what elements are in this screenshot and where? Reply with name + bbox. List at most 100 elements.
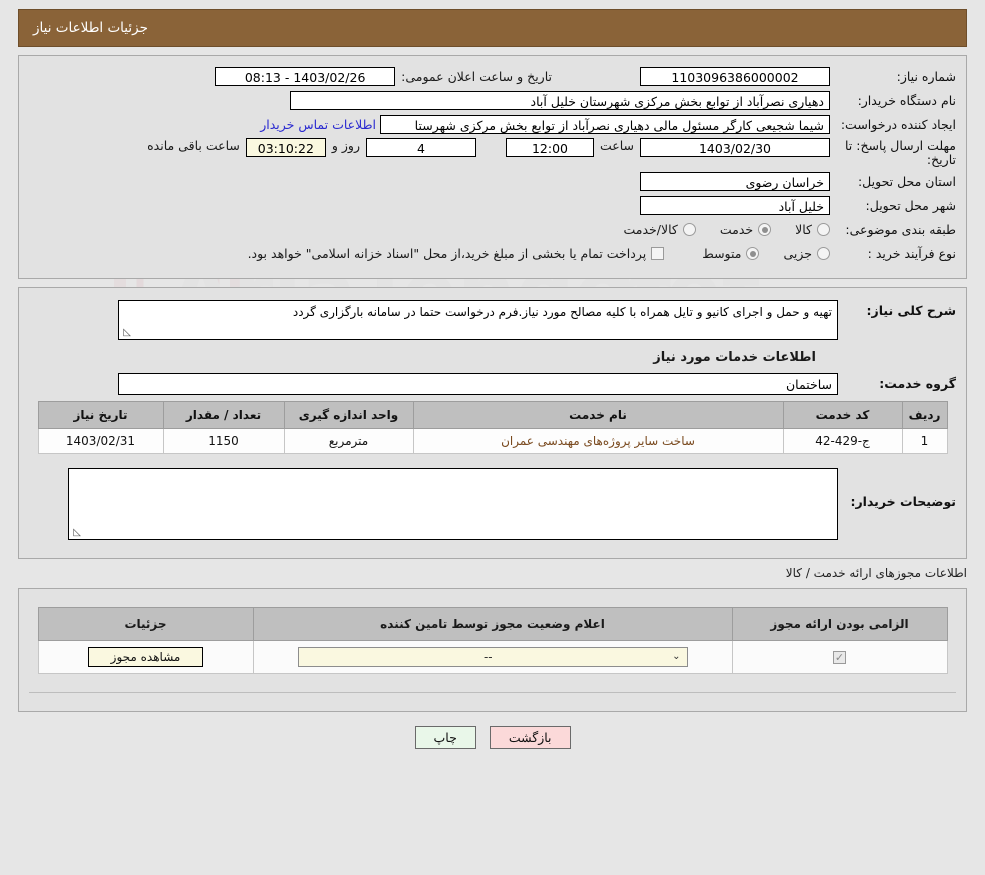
- table-header-row: ردیف کد خدمت نام خدمت واحد اندازه گیری ت…: [37, 400, 948, 429]
- cell-service-code: ج-429-42: [782, 427, 903, 454]
- category-option-label: خدمت: [719, 222, 754, 238]
- countdown-field: 03:10:22: [245, 138, 326, 157]
- description-text: تهیه و حمل و اجرای کانیو و تایل همراه با…: [292, 304, 832, 319]
- category-label: طبقه بندی موضوعی:: [845, 222, 956, 238]
- cell-row-no: 1: [901, 427, 948, 454]
- checkbox-icon[interactable]: [651, 247, 665, 261]
- announce-datetime-field: 1403/02/26 - 08:13: [215, 66, 396, 86]
- col-quantity: تعداد / مقدار: [162, 400, 285, 429]
- creator-label: ایجاد کننده درخواست:: [840, 116, 956, 132]
- row-subject-category: طبقه بندی موضوعی: کالا خدمت کالا/خدمت: [29, 220, 956, 240]
- col-permit-required: الزامی بودن ارائه مجوز: [731, 606, 948, 641]
- page-title-bar: جزئیات اطلاعات نیاز: [18, 9, 967, 47]
- permits-header-row: الزامی بودن ارائه مجوز اعلام وضعیت مجوز …: [37, 606, 948, 641]
- permit-status-value: --: [483, 649, 493, 664]
- category-radio-khedmat[interactable]: خدمت: [719, 222, 772, 238]
- cell-quantity: 1150: [162, 427, 285, 454]
- buyer-contact-link[interactable]: اطلاعات تماس خریدار: [260, 117, 376, 132]
- category-radio-kala-khedmat[interactable]: کالا/خدمت: [623, 222, 696, 238]
- col-service-code: کد خدمت: [782, 400, 903, 429]
- buyer-notes-textarea[interactable]: ◺: [68, 467, 838, 540]
- row-purchase-type: نوع فرآیند خرید : جزیی متوسط پرداخت تمام…: [29, 244, 956, 264]
- permits-table: الزامی بودن ارائه مجوز اعلام وضعیت مجوز …: [37, 606, 948, 674]
- permits-section-title: اطلاعات مجوزهای ارائه خدمت / کالا: [785, 565, 967, 580]
- chevron-down-icon: ⌄: [672, 650, 681, 662]
- radio-icon[interactable]: [682, 223, 696, 237]
- resize-grip-icon[interactable]: ◺: [71, 527, 81, 538]
- col-permit-status: اعلام وضعیت مجوز توسط تامین کننده: [252, 606, 733, 641]
- page-title: جزئیات اطلاعات نیاز: [33, 20, 148, 36]
- permits-row: ✓ ⌄ -- مشاهده مجوز: [37, 639, 948, 674]
- purchase-type-option-label: متوسط: [702, 246, 742, 262]
- radio-icon[interactable]: [746, 247, 760, 261]
- category-option-label: کالا: [795, 222, 812, 238]
- services-section-title: اطلاعات خدمات مورد نیاز: [653, 349, 816, 365]
- row-request-creator: ایجاد کننده درخواست: شیما شجیعی کارگر مس…: [29, 114, 956, 134]
- buyer-org-field: دهیاری نصرآباد از توابع بخش مرکزی شهرستا…: [290, 90, 830, 110]
- remaining-days-field: 4: [365, 138, 476, 157]
- purchase-type-option-label: جزیی: [783, 246, 812, 262]
- permit-status-select[interactable]: ⌄ --: [297, 646, 688, 667]
- radio-icon[interactable]: [817, 223, 830, 237]
- row-general-description: شرح کلی نیاز: تهیه و حمل و اجرای کانیو و…: [29, 299, 956, 340]
- view-permit-button[interactable]: مشاهده مجوز: [87, 646, 204, 667]
- table-row: 1 ج-429-42 ساخت سایر پروژه‌های مهندسی عم…: [37, 427, 948, 454]
- row-buyer-org: نام دستگاه خریدار: دهیاری نصرآباد از توا…: [29, 90, 956, 110]
- category-option-label: کالا/خدمت: [623, 222, 678, 238]
- cell-service-name: ساخت سایر پروژه‌های مهندسی عمران: [412, 427, 784, 454]
- province-label: استان محل تحویل:: [857, 174, 956, 190]
- announce-datetime-label: تاریخ و ساعت اعلان عمومی:: [401, 68, 552, 84]
- print-button[interactable]: چاپ: [414, 725, 476, 749]
- row-service-group: گروه خدمت: ساختمان: [29, 372, 956, 395]
- deadline-label: مهلت ارسال پاسخ: تا تاریخ:: [845, 138, 956, 168]
- need-info-panel: شماره نیاز: 1103096386000002 تاریخ و ساع…: [18, 55, 967, 279]
- col-row-no: ردیف: [901, 400, 948, 429]
- col-unit: واحد اندازه گیری: [283, 400, 414, 429]
- radio-icon[interactable]: [817, 247, 830, 261]
- treasury-bond-label: پرداخت تمام یا بخشی از مبلغ خرید،از محل …: [247, 246, 647, 262]
- need-number-label: شماره نیاز:: [896, 68, 956, 84]
- col-need-date: تاریخ نیاز: [37, 400, 164, 429]
- category-radio-kala[interactable]: کالا: [795, 222, 830, 237]
- page-root: AriaTender .net جزئیات اطلاعات نیاز شمار…: [0, 0, 985, 875]
- need-description-panel: شرح کلی نیاز: تهیه و حمل و اجرای کانیو و…: [18, 286, 967, 559]
- city-field: خلیل آباد: [640, 196, 830, 216]
- cell-unit: مترمربع: [283, 427, 414, 454]
- purchase-type-radio-motevaset[interactable]: متوسط: [702, 246, 760, 262]
- days-label: روز و: [331, 138, 360, 153]
- col-permit-details: جزئیات: [37, 606, 254, 641]
- cell-need-date: 1403/02/31: [37, 427, 164, 454]
- radio-icon[interactable]: [758, 223, 772, 237]
- deadline-time-field: 12:00: [505, 138, 594, 157]
- purchase-type-radio-jozei[interactable]: جزیی: [783, 246, 830, 261]
- services-table: ردیف کد خدمت نام خدمت واحد اندازه گیری ت…: [37, 400, 948, 454]
- cell-permit-details: مشاهده مجوز: [37, 639, 254, 674]
- row-delivery-province: استان محل تحویل: خراسان رضوی: [29, 172, 956, 192]
- row-buyer-notes: توضیحات خریدار: ◺: [29, 467, 956, 540]
- purchase-type-label: نوع فرآیند خرید :: [867, 246, 956, 262]
- checkbox-checked-icon: ✓: [833, 650, 846, 664]
- col-service-name: نام خدمت: [412, 400, 784, 429]
- footer-button-bar: بازگشت چاپ: [0, 725, 985, 749]
- need-number-field: 1103096386000002: [640, 66, 830, 86]
- row-response-deadline: مهلت ارسال پاسخ: تا تاریخ: 1403/02/30 سا…: [29, 138, 956, 168]
- service-group-label: گروه خدمت:: [879, 376, 956, 392]
- cell-permit-required: ✓: [731, 639, 948, 674]
- cell-permit-status: ⌄ --: [252, 639, 733, 674]
- description-label: شرح کلی نیاز:: [866, 302, 956, 318]
- countdown-label: ساعت باقی مانده: [147, 138, 240, 153]
- creator-field: شیما شجیعی کارگر مسئول مالی دهیاری نصرآب…: [380, 114, 830, 134]
- province-field: خراسان رضوی: [640, 172, 830, 192]
- row-delivery-city: شهر محل تحویل: خلیل آباد: [29, 196, 956, 216]
- description-textarea[interactable]: تهیه و حمل و اجرای کانیو و تایل همراه با…: [118, 299, 838, 340]
- permits-divider: [29, 691, 956, 693]
- buyer-org-label: نام دستگاه خریدار:: [857, 92, 956, 108]
- permits-panel: الزامی بودن ارائه مجوز اعلام وضعیت مجوز …: [18, 587, 967, 712]
- row-need-number: شماره نیاز: 1103096386000002 تاریخ و ساع…: [29, 66, 956, 86]
- service-group-field: ساختمان: [118, 372, 838, 395]
- resize-grip-icon[interactable]: ◺: [121, 327, 131, 338]
- deadline-date-field: 1403/02/30: [640, 138, 830, 157]
- back-button[interactable]: بازگشت: [489, 725, 571, 749]
- treasury-bond-checkbox-group[interactable]: پرداخت تمام یا بخشی از مبلغ خرید،از محل …: [248, 246, 665, 261]
- city-label: شهر محل تحویل:: [865, 198, 956, 214]
